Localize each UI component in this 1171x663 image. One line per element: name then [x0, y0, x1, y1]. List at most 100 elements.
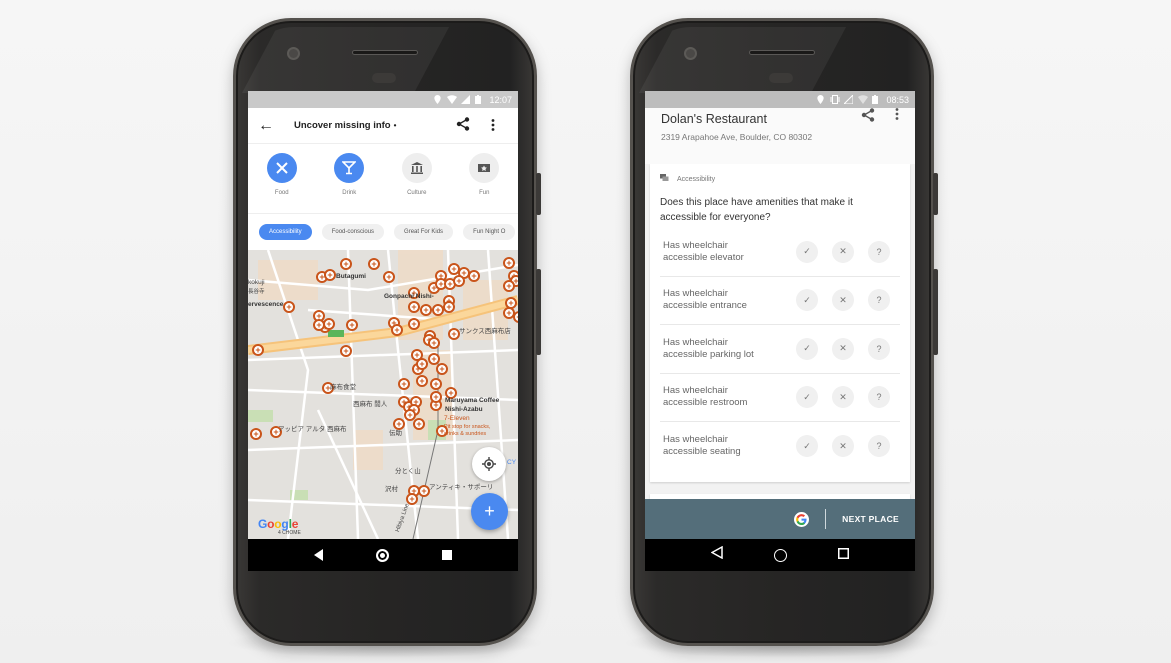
place-pin[interactable]: + [428, 337, 440, 349]
no-button[interactable]: ✕ [832, 289, 854, 312]
place-pin[interactable]: + [368, 258, 380, 270]
yes-button[interactable]: ✓ [796, 435, 818, 457]
place-pin[interactable]: + [324, 269, 336, 281]
place-pin[interactable]: + [408, 301, 420, 313]
nav-recents-icon[interactable] [441, 550, 452, 560]
question-text: Has wheelchair accessible seating [663, 434, 782, 458]
signal-icon [843, 93, 854, 105]
place-pin[interactable]: + [391, 324, 403, 336]
front-camera [287, 47, 300, 60]
category-drink[interactable]: Drink [324, 153, 374, 196]
filter-chips: Accessibility Food-conscious Great For K… [248, 214, 518, 250]
place-pin[interactable]: + [430, 378, 442, 390]
question-line: Has wheelchair [663, 434, 728, 445]
place-pin[interactable]: + [468, 270, 480, 282]
place-pin[interactable]: + [416, 375, 428, 387]
app-bar: ← Uncover missing info • [248, 108, 518, 144]
place-pin[interactable]: + [340, 258, 352, 270]
place-pin[interactable]: + [383, 271, 395, 283]
place-pin[interactable]: + [430, 391, 442, 403]
check-icon: ✓ [803, 294, 811, 305]
unsure-button[interactable]: ? [868, 386, 890, 409]
arrow-back-icon[interactable]: ← [258, 117, 288, 135]
no-button[interactable]: ✕ [832, 337, 854, 360]
question-list: Has wheelchair accessible elevator ✓ ✕ ? … [660, 228, 900, 482]
place-pin[interactable]: + [340, 345, 352, 357]
share-icon[interactable] [448, 117, 478, 134]
place-pin[interactable]: + [283, 301, 295, 313]
status-time: 08:53 [886, 94, 909, 105]
no-button[interactable]: ✕ [832, 240, 854, 263]
place-pin[interactable]: + [453, 275, 465, 287]
page-title[interactable]: Uncover missing info • [288, 120, 448, 131]
power-button [933, 173, 938, 215]
place-pin[interactable]: + [513, 311, 518, 323]
no-button[interactable]: ✕ [832, 435, 854, 457]
unsure-button[interactable]: ? [868, 240, 890, 263]
glass-reflection [242, 27, 528, 93]
place-pin[interactable]: + [436, 363, 448, 375]
place-pin[interactable]: + [323, 318, 335, 330]
chip-accessibility[interactable]: Accessibility [259, 224, 312, 240]
close-icon: ✕ [839, 440, 847, 451]
share-icon[interactable] [861, 108, 875, 125]
divider [825, 509, 827, 529]
nav-home-icon[interactable] [773, 548, 787, 562]
place-pin[interactable]: + [416, 358, 428, 370]
card-header: Accessibility [660, 174, 900, 184]
more-vert-icon[interactable] [895, 108, 899, 125]
chip-food-conscious[interactable]: Food-conscious [321, 224, 385, 240]
my-location-icon[interactable] [472, 447, 506, 481]
place-pin[interactable]: + [443, 301, 455, 313]
more-vert-icon[interactable] [478, 118, 508, 134]
nav-home-icon[interactable] [375, 548, 389, 562]
yes-button[interactable]: ✓ [796, 240, 818, 263]
place-pin[interactable]: + [503, 257, 515, 269]
category-fun[interactable]: Fun [459, 153, 509, 196]
nav-back-icon[interactable] [314, 549, 324, 561]
title-text: Uncover missing info [294, 120, 391, 131]
category-food[interactable]: Food [257, 153, 307, 196]
yes-button[interactable]: ✓ [796, 289, 818, 312]
phone-left: 12:07 ← Uncover missing info • Food Drink [233, 18, 541, 646]
yes-button[interactable]: ✓ [796, 337, 818, 360]
unsure-button[interactable]: ? [868, 337, 890, 360]
place-pin[interactable]: + [250, 428, 262, 440]
no-button[interactable]: ✕ [832, 386, 854, 409]
unsure-button[interactable]: ? [868, 435, 890, 457]
question-mark-icon: ? [876, 343, 882, 354]
question-mark-icon: ? [876, 295, 882, 306]
front-camera [684, 47, 697, 60]
yes-button[interactable]: ✓ [796, 386, 818, 409]
chip-fun-night-out[interactable]: Fun Night O [463, 224, 516, 240]
nav-recents-icon[interactable] [838, 546, 850, 564]
signal-icon [461, 95, 471, 104]
map-label: Maruyama Coffee [445, 397, 500, 404]
place-pin[interactable]: + [252, 344, 264, 356]
question-text: Has wheelchair accessible parking lot [663, 337, 782, 361]
chip-great-for-kids[interactable]: Great For Kids [394, 224, 454, 240]
nav-back-icon[interactable] [710, 545, 723, 564]
place-pin[interactable]: + [503, 280, 515, 292]
question-text: Has wheelchair accessible restroom [663, 385, 782, 409]
question-text: Has wheelchair accessible elevator [663, 240, 782, 264]
close-icon: ✕ [839, 391, 847, 402]
question-line: accessible entrance [663, 300, 747, 312]
next-place-button[interactable]: NEXT PLACE [842, 514, 899, 524]
map-view[interactable]: + + + + + + + + + + + + + + + + + + + + + + + + + + + + + + + + + + + + + + + +… [248, 250, 518, 539]
add-place-button[interactable]: + [471, 493, 508, 530]
place-pin[interactable]: + [408, 318, 420, 330]
phone-right: 08:53 Dolan's Restaurant 2319 Arapahoe A… [630, 18, 938, 646]
category-culture[interactable]: Culture [392, 153, 442, 196]
map-label: CY [507, 459, 517, 466]
status-bar: 12:07 [248, 91, 518, 108]
place-pin[interactable]: + [413, 418, 425, 430]
place-pin[interactable]: + [420, 304, 432, 316]
wifi-icon [447, 95, 458, 104]
question-line: Has wheelchair [663, 288, 728, 300]
place-pin[interactable]: + [346, 319, 358, 331]
place-pin[interactable]: + [505, 297, 517, 309]
place-pin[interactable]: + [398, 378, 410, 390]
unsure-button[interactable]: ? [868, 289, 890, 312]
map-label: 沢村 [385, 486, 398, 493]
